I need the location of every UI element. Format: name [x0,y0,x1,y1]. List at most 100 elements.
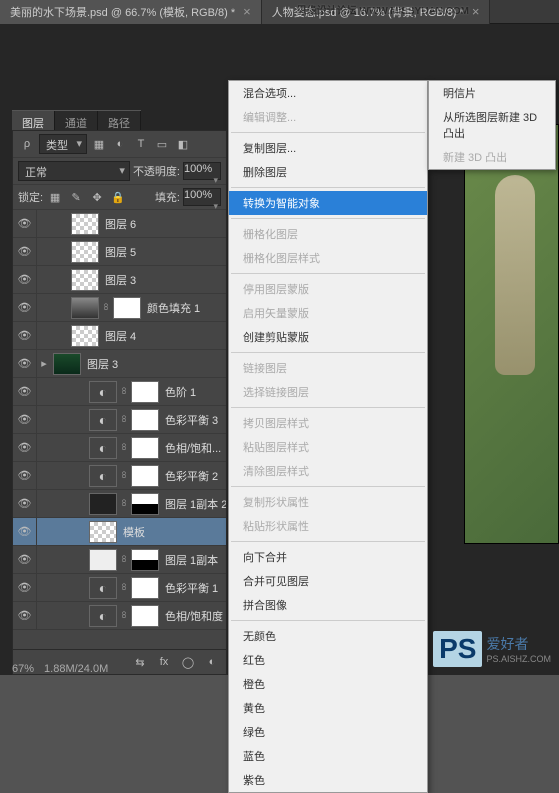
menu-item[interactable]: 橙色 [229,672,427,696]
adjustment-icon[interactable]: ◐ [203,653,221,671]
menu-separator [231,486,425,487]
visibility-icon[interactable]: 👁 [13,350,37,378]
menu-item[interactable]: 绿色 [229,720,427,744]
menu-item[interactable]: 紫色 [229,768,427,792]
close-icon[interactable]: × [472,4,480,19]
menu-item: 拷贝图层样式 [229,411,427,435]
context-menu: 混合选项...编辑调整...复制图层...删除图层转换为智能对象栅格化图层栅格化… [228,80,428,793]
layer-row[interactable]: 👁 图层 5 [13,238,226,266]
opacity-input[interactable]: 100% [183,162,221,180]
menu-item[interactable]: 拼合图像 [229,593,427,617]
lock-label: 锁定: [18,189,43,205]
menu-separator [231,273,425,274]
layer-row[interactable]: 👁𝟾颜色填充 1 [13,294,226,322]
menu-item[interactable]: 复制图层... [229,136,427,160]
mask-thumbnail [131,493,159,515]
layer-row[interactable]: 👁图层 3 [13,266,226,294]
layer-thumbnail [71,213,99,235]
layer-row[interactable]: 👁𝟾色彩平衡 3 [13,406,226,434]
visibility-icon[interactable]: 👁 [13,294,37,322]
visibility-icon[interactable]: 👁 [13,406,37,434]
layer-name: 颜色填充 1 [143,300,226,316]
visibility-icon[interactable]: 👁 [13,266,37,294]
menu-item[interactable]: 红色 [229,648,427,672]
menu-item[interactable]: 无颜色 [229,624,427,648]
mask-thumbnail [131,437,159,459]
document-tab-1[interactable]: 美丽的水下场景.psd @ 66.7% (模板, RGB/8) * × [0,0,262,24]
visibility-icon[interactable]: 👁 [13,462,37,490]
layer-thumbnail [53,353,81,375]
visibility-icon[interactable]: 👁 [13,210,37,238]
visibility-icon[interactable]: 👁 [13,378,37,406]
filter-adjust-icon[interactable]: ◐ [111,135,129,153]
canvas-image [464,124,559,544]
fx-icon[interactable]: fx [155,653,173,671]
filter-text-icon[interactable]: T [132,135,150,153]
visibility-icon[interactable]: 👁 [13,238,37,266]
visibility-icon[interactable]: 👁 [13,602,37,630]
lock-transparent-icon[interactable]: ▦ [46,188,64,206]
layer-row[interactable]: 👁图层 4 [13,322,226,350]
menu-item[interactable]: 向下合并 [229,545,427,569]
doc-size: 1.88M/24.0M [44,663,108,675]
opacity-label: 不透明度: [133,163,180,179]
layer-row[interactable]: 👁𝟾图层 1副本 [13,546,226,574]
menu-item[interactable]: 删除图层 [229,160,427,184]
filter-smart-icon[interactable]: ◧ [174,135,192,153]
visibility-icon[interactable]: 👁 [13,546,37,574]
filter-shape-icon[interactable]: ▭ [153,135,171,153]
expand-icon[interactable]: ▸ [37,357,51,370]
layers-list: 👁图层 6👁图层 5👁图层 3👁𝟾颜色填充 1👁图层 4👁▸图层 3👁𝟾色阶 1… [13,210,226,649]
layer-row[interactable]: 👁𝟾色阶 1 [13,378,226,406]
layer-name: 色彩平衡 3 [161,412,226,428]
menu-item: 栅格化图层 [229,222,427,246]
layer-row[interactable]: 👁𝟾色相/饱和度 1 [13,602,226,630]
lock-pixels-icon[interactable]: ✎ [67,188,85,206]
link-icon: 𝟾 [119,498,129,509]
visibility-icon[interactable]: 👁 [13,574,37,602]
layer-thumbnail [89,465,117,487]
menu-item[interactable]: 蓝色 [229,744,427,768]
layer-row[interactable]: 👁𝟾色相/饱和... [13,434,226,462]
visibility-icon[interactable]: 👁 [13,322,37,350]
menu-item[interactable]: 转换为智能对象 [229,191,427,215]
menu-separator [231,187,425,188]
mask-thumbnail [131,549,159,571]
close-icon[interactable]: × [243,4,251,19]
layer-row[interactable]: 👁 图层 6 [13,210,226,238]
layer-row[interactable]: 👁𝟾色彩平衡 1 [13,574,226,602]
blend-mode-dropdown[interactable]: 正常 [18,161,130,181]
layer-name: 图层 5 [101,244,226,260]
layer-row[interactable]: 👁▸图层 3 [13,350,226,378]
menu-item[interactable]: 黄色 [229,696,427,720]
submenu-item[interactable]: 明信片 [429,81,555,105]
layer-row[interactable]: 👁 模板 [13,518,226,546]
search-icon[interactable]: ρ [18,135,36,153]
fill-input[interactable]: 100% [183,188,221,206]
lock-position-icon[interactable]: ✥ [88,188,106,206]
visibility-icon[interactable]: 👁 [13,518,37,546]
blend-row: 正常 不透明度: 100% [13,158,226,185]
layer-thumbnail [89,549,117,571]
layer-name: 模板 [119,524,226,540]
menu-item: 编辑调整... [229,105,427,129]
layer-row[interactable]: 👁𝟾图层 1副本 2 [13,490,226,518]
filter-pixel-icon[interactable]: ▦ [90,135,108,153]
mask-icon[interactable]: ◯ [179,653,197,671]
visibility-icon[interactable]: 👁 [13,490,37,518]
lock-all-icon[interactable]: 🔒 [109,188,127,206]
submenu-item[interactable]: 从所选图层新建 3D 凸出 [429,105,555,145]
layer-name: 图层 6 [101,216,226,232]
menu-item: 启用矢量蒙版 [229,301,427,325]
menu-item[interactable]: 合并可见图层 [229,569,427,593]
visibility-icon[interactable]: 👁 [13,434,37,462]
mask-thumbnail [131,409,159,431]
layer-row[interactable]: 👁𝟾色彩平衡 2 [13,462,226,490]
menu-item[interactable]: 混合选项... [229,81,427,105]
type-filter-dropdown[interactable]: 类型 [39,134,87,154]
context-submenu: 明信片从所选图层新建 3D 凸出新建 3D 凸出 [428,80,556,170]
menu-item[interactable]: 创建剪贴蒙版 [229,325,427,349]
link-layers-icon[interactable]: ⇆ [131,653,149,671]
zoom-value: 67% [12,663,34,675]
layer-name: 色相/饱和度 1 [161,608,226,624]
